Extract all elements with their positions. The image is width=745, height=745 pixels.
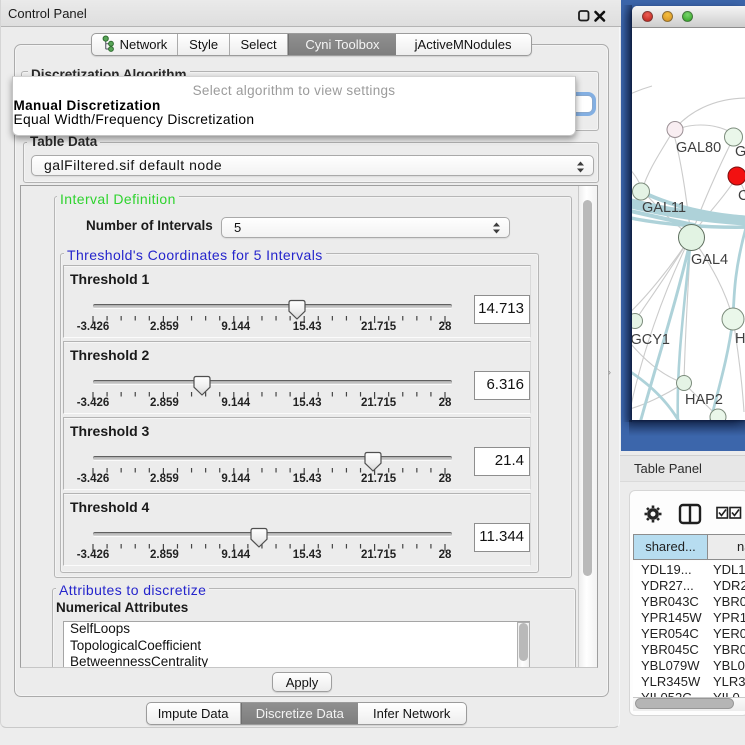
svg-text:HIS: HIS <box>735 331 745 347</box>
svg-text:GCY1: GCY1 <box>632 332 670 348</box>
svg-text:CD: CD <box>738 188 745 204</box>
svg-text:GA: GA <box>735 144 745 160</box>
svg-text:HAP2: HAP2 <box>685 392 723 408</box>
svg-text:GAL80: GAL80 <box>676 140 721 156</box>
svg-text:GAL11: GAL11 <box>642 200 686 216</box>
svg-text:GAL4: GAL4 <box>691 252 728 268</box>
